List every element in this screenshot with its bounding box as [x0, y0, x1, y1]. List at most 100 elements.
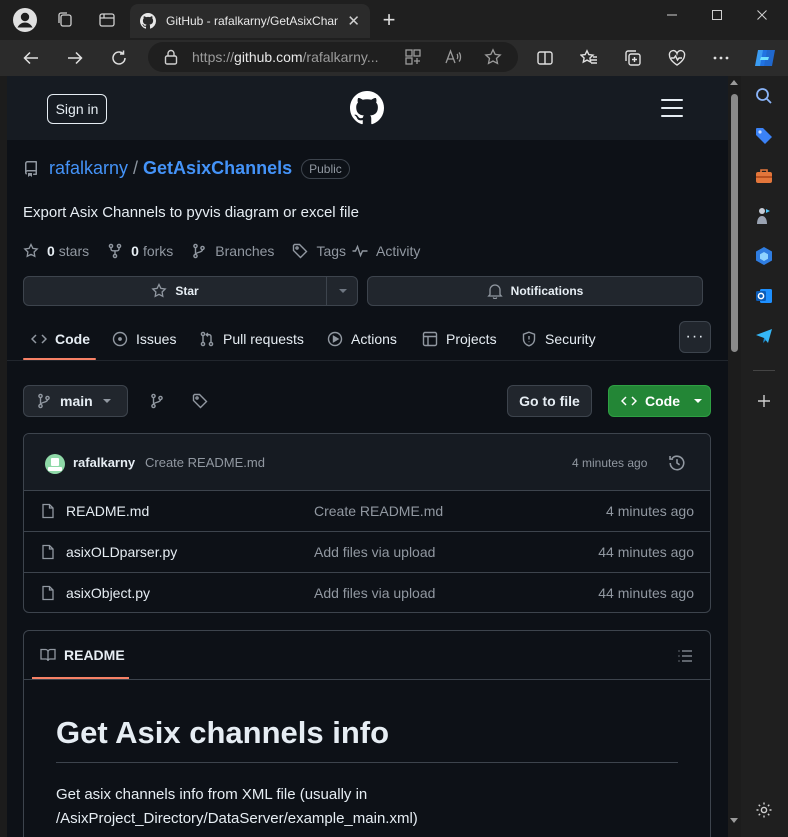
heading-divider: [56, 762, 678, 763]
avatar[interactable]: [45, 454, 65, 474]
branches-icon[interactable]: [149, 393, 165, 409]
gear-icon[interactable]: [753, 799, 775, 821]
commit-author-link[interactable]: rafalkarny: [73, 455, 135, 470]
tab-title: GitHub - rafalkarny/GetAsixChan: [166, 14, 338, 28]
repo-title: rafalkarny / GetAsixChannels Public: [23, 158, 350, 179]
browser-essentials-icon[interactable]: [662, 43, 692, 73]
scroll-down-icon[interactable]: [730, 818, 738, 823]
tab-projects[interactable]: Projects: [422, 316, 497, 361]
tools-icon[interactable]: [753, 165, 775, 187]
file-row[interactable]: README.md Create README.md 4 minutes ago: [24, 491, 710, 532]
star-button[interactable]: Star: [24, 277, 326, 305]
chevron-down-icon: [694, 399, 702, 403]
stars-link[interactable]: 0 stars: [23, 243, 89, 259]
more-menu-icon[interactable]: [706, 43, 736, 73]
lock-icon[interactable]: [164, 49, 178, 65]
collections-icon[interactable]: [618, 43, 648, 73]
github-logo-icon[interactable]: [350, 91, 384, 125]
file-commit-message[interactable]: Create README.md: [314, 503, 443, 519]
tab-pull-requests[interactable]: Pull requests: [199, 316, 304, 361]
activity-link[interactable]: Activity: [352, 243, 420, 259]
tab-issues[interactable]: Issues: [112, 316, 176, 361]
refresh-icon[interactable]: [104, 43, 134, 73]
microsoft-365-icon[interactable]: [753, 245, 775, 267]
file-row[interactable]: asixObject.py Add files via upload 44 mi…: [24, 573, 710, 612]
back-icon[interactable]: [16, 43, 46, 73]
scroll-up-icon[interactable]: [730, 80, 738, 85]
outlook-icon[interactable]: [753, 285, 775, 307]
readme-paragraph: Get asix channels info from XML file (us…: [56, 786, 418, 827]
tab-security[interactable]: Security: [521, 316, 596, 361]
split-screen-icon[interactable]: [530, 43, 560, 73]
file-name-link[interactable]: README.md: [66, 503, 149, 519]
workspaces-icon[interactable]: [50, 6, 80, 34]
address-bar[interactable]: https://github.com/rafalkarny...: [148, 42, 518, 72]
pull-request-icon: [200, 331, 214, 346]
favorite-star-icon[interactable]: [484, 48, 502, 66]
repo-name-link[interactable]: GetAsixChannels: [143, 158, 292, 179]
tags-link[interactable]: Tags: [292, 243, 346, 259]
tab-actions-icon[interactable]: [92, 6, 122, 34]
repo-owner-link[interactable]: rafalkarny: [49, 158, 128, 179]
sign-in-button[interactable]: Sign in: [47, 94, 107, 124]
readme-panel: README Get Asix channels info Get asix c…: [23, 630, 711, 837]
outline-list-icon[interactable]: [677, 648, 693, 664]
repo-meta: 0 stars 0 forks Branches Tags Activity: [23, 243, 438, 259]
browser-tab-github[interactable]: GitHub - rafalkarny/GetAsixChan ✕: [130, 4, 370, 38]
branches-link[interactable]: Branches: [191, 243, 274, 259]
copilot-icon[interactable]: [750, 43, 780, 73]
github-favicon-icon: [140, 13, 156, 29]
file-name-link[interactable]: asixObject.py: [66, 585, 150, 601]
forks-link[interactable]: 0 forks: [107, 243, 173, 259]
app-available-icon[interactable]: [404, 48, 422, 66]
hamburger-menu-icon[interactable]: [661, 99, 683, 123]
tags-icon[interactable]: [192, 393, 208, 409]
commit-time: 4 minutes ago: [572, 456, 648, 470]
forward-icon[interactable]: [60, 43, 90, 73]
file-commit-time: 4 minutes ago: [606, 503, 694, 519]
history-icon[interactable]: [668, 454, 686, 472]
search-icon[interactable]: [753, 85, 775, 107]
chevron-down-icon: [338, 289, 347, 293]
minimize-icon[interactable]: [652, 0, 692, 30]
readme-tab[interactable]: README: [40, 647, 125, 663]
maximize-icon[interactable]: [697, 0, 737, 30]
file-row[interactable]: asixOLDparser.py Add files via upload 44…: [24, 532, 710, 573]
file-icon: [42, 544, 54, 560]
file-commit-message[interactable]: Add files via upload: [314, 585, 435, 601]
tab-code[interactable]: Code: [31, 316, 90, 361]
favorites-icon[interactable]: [574, 43, 604, 73]
notifications-button[interactable]: Notifications: [367, 276, 703, 306]
tag-icon: [293, 243, 308, 259]
star-icon: [151, 283, 167, 298]
shopping-tag-icon[interactable]: [753, 125, 775, 147]
read-aloud-icon[interactable]: [444, 48, 462, 66]
star-button-group: Star: [23, 276, 358, 306]
file-commit-time: 44 minutes ago: [598, 585, 694, 601]
add-icon[interactable]: [753, 390, 775, 412]
tab-actions[interactable]: Actions: [327, 316, 397, 361]
games-icon[interactable]: [753, 205, 775, 227]
commit-message-link[interactable]: Create README.md: [145, 455, 265, 470]
star-dropdown-button[interactable]: [327, 277, 358, 305]
branch-select-button[interactable]: main: [23, 385, 128, 417]
page-scrollbar[interactable]: [728, 76, 741, 837]
chevron-down-icon: [102, 399, 111, 403]
file-name-link[interactable]: asixOLDparser.py: [66, 544, 177, 560]
go-to-file-button[interactable]: Go to file: [507, 385, 592, 417]
branch-icon: [38, 393, 50, 409]
new-tab-button[interactable]: +: [375, 6, 403, 34]
more-tabs-button[interactable]: ···: [679, 321, 711, 353]
close-window-icon[interactable]: [742, 0, 782, 30]
telegram-send-icon[interactable]: [753, 325, 775, 347]
code-dropdown-button[interactable]: Code: [608, 385, 711, 417]
readme-header: README: [24, 631, 710, 680]
close-tab-icon[interactable]: ✕: [347, 14, 360, 29]
file-commit-message[interactable]: Add files via upload: [314, 544, 435, 560]
edge-sidebar: [741, 76, 788, 837]
code-icon: [621, 396, 637, 406]
profile-icon[interactable]: [10, 6, 40, 34]
scrollbar-thumb[interactable]: [731, 94, 738, 352]
readme-heading: Get Asix channels info: [56, 715, 390, 750]
address-text[interactable]: https://github.com/rafalkarny...: [192, 49, 392, 65]
